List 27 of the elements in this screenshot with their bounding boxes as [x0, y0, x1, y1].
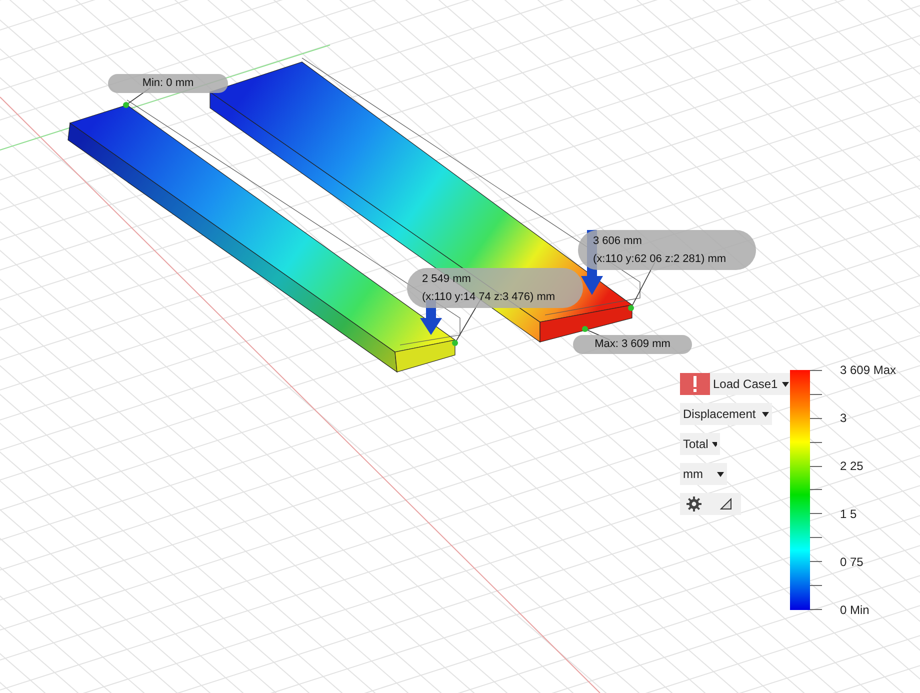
- dropdown[interactable]: Total: [680, 433, 720, 455]
- probe-point-icon: [628, 305, 634, 311]
- scale-label: 0 Min: [840, 602, 870, 618]
- scale-label: 1 5: [840, 506, 858, 522]
- settings-icon[interactable]: [686, 496, 702, 512]
- callout-text: (x:110 y:62 06 z:2 281) mm: [593, 252, 726, 267]
- callout-text: (x:110 y:14 74 z:3 476) mm: [422, 290, 556, 305]
- scale-label: 3 609 Max: [840, 362, 896, 378]
- callout-text: Min: 0 mm: [142, 76, 194, 91]
- callout-text: 2 549 mm: [422, 272, 471, 287]
- caret-icon: [782, 382, 789, 386]
- callout-text: Max: 3 609 mm: [594, 337, 670, 352]
- scale-label: 3: [840, 410, 848, 426]
- caret-icon: [712, 442, 717, 446]
- dropdown[interactable]: mm: [680, 463, 727, 485]
- load-case-dropdown[interactable]: Load Case1: [710, 373, 792, 395]
- warning-icon[interactable]: [680, 373, 710, 395]
- triangle-icon[interactable]: [720, 498, 732, 510]
- probe-point-icon: [123, 102, 129, 108]
- probe-point-icon: [582, 326, 588, 332]
- scale-label: 2 25: [840, 458, 864, 474]
- scale-label: 0 75: [840, 554, 864, 570]
- caret-icon: [762, 412, 769, 416]
- callout-text: 3 606 mm: [593, 234, 642, 249]
- caret-icon: [717, 472, 724, 476]
- probe-point-icon: [452, 340, 458, 346]
- dropdown[interactable]: Displacement: [680, 403, 772, 425]
